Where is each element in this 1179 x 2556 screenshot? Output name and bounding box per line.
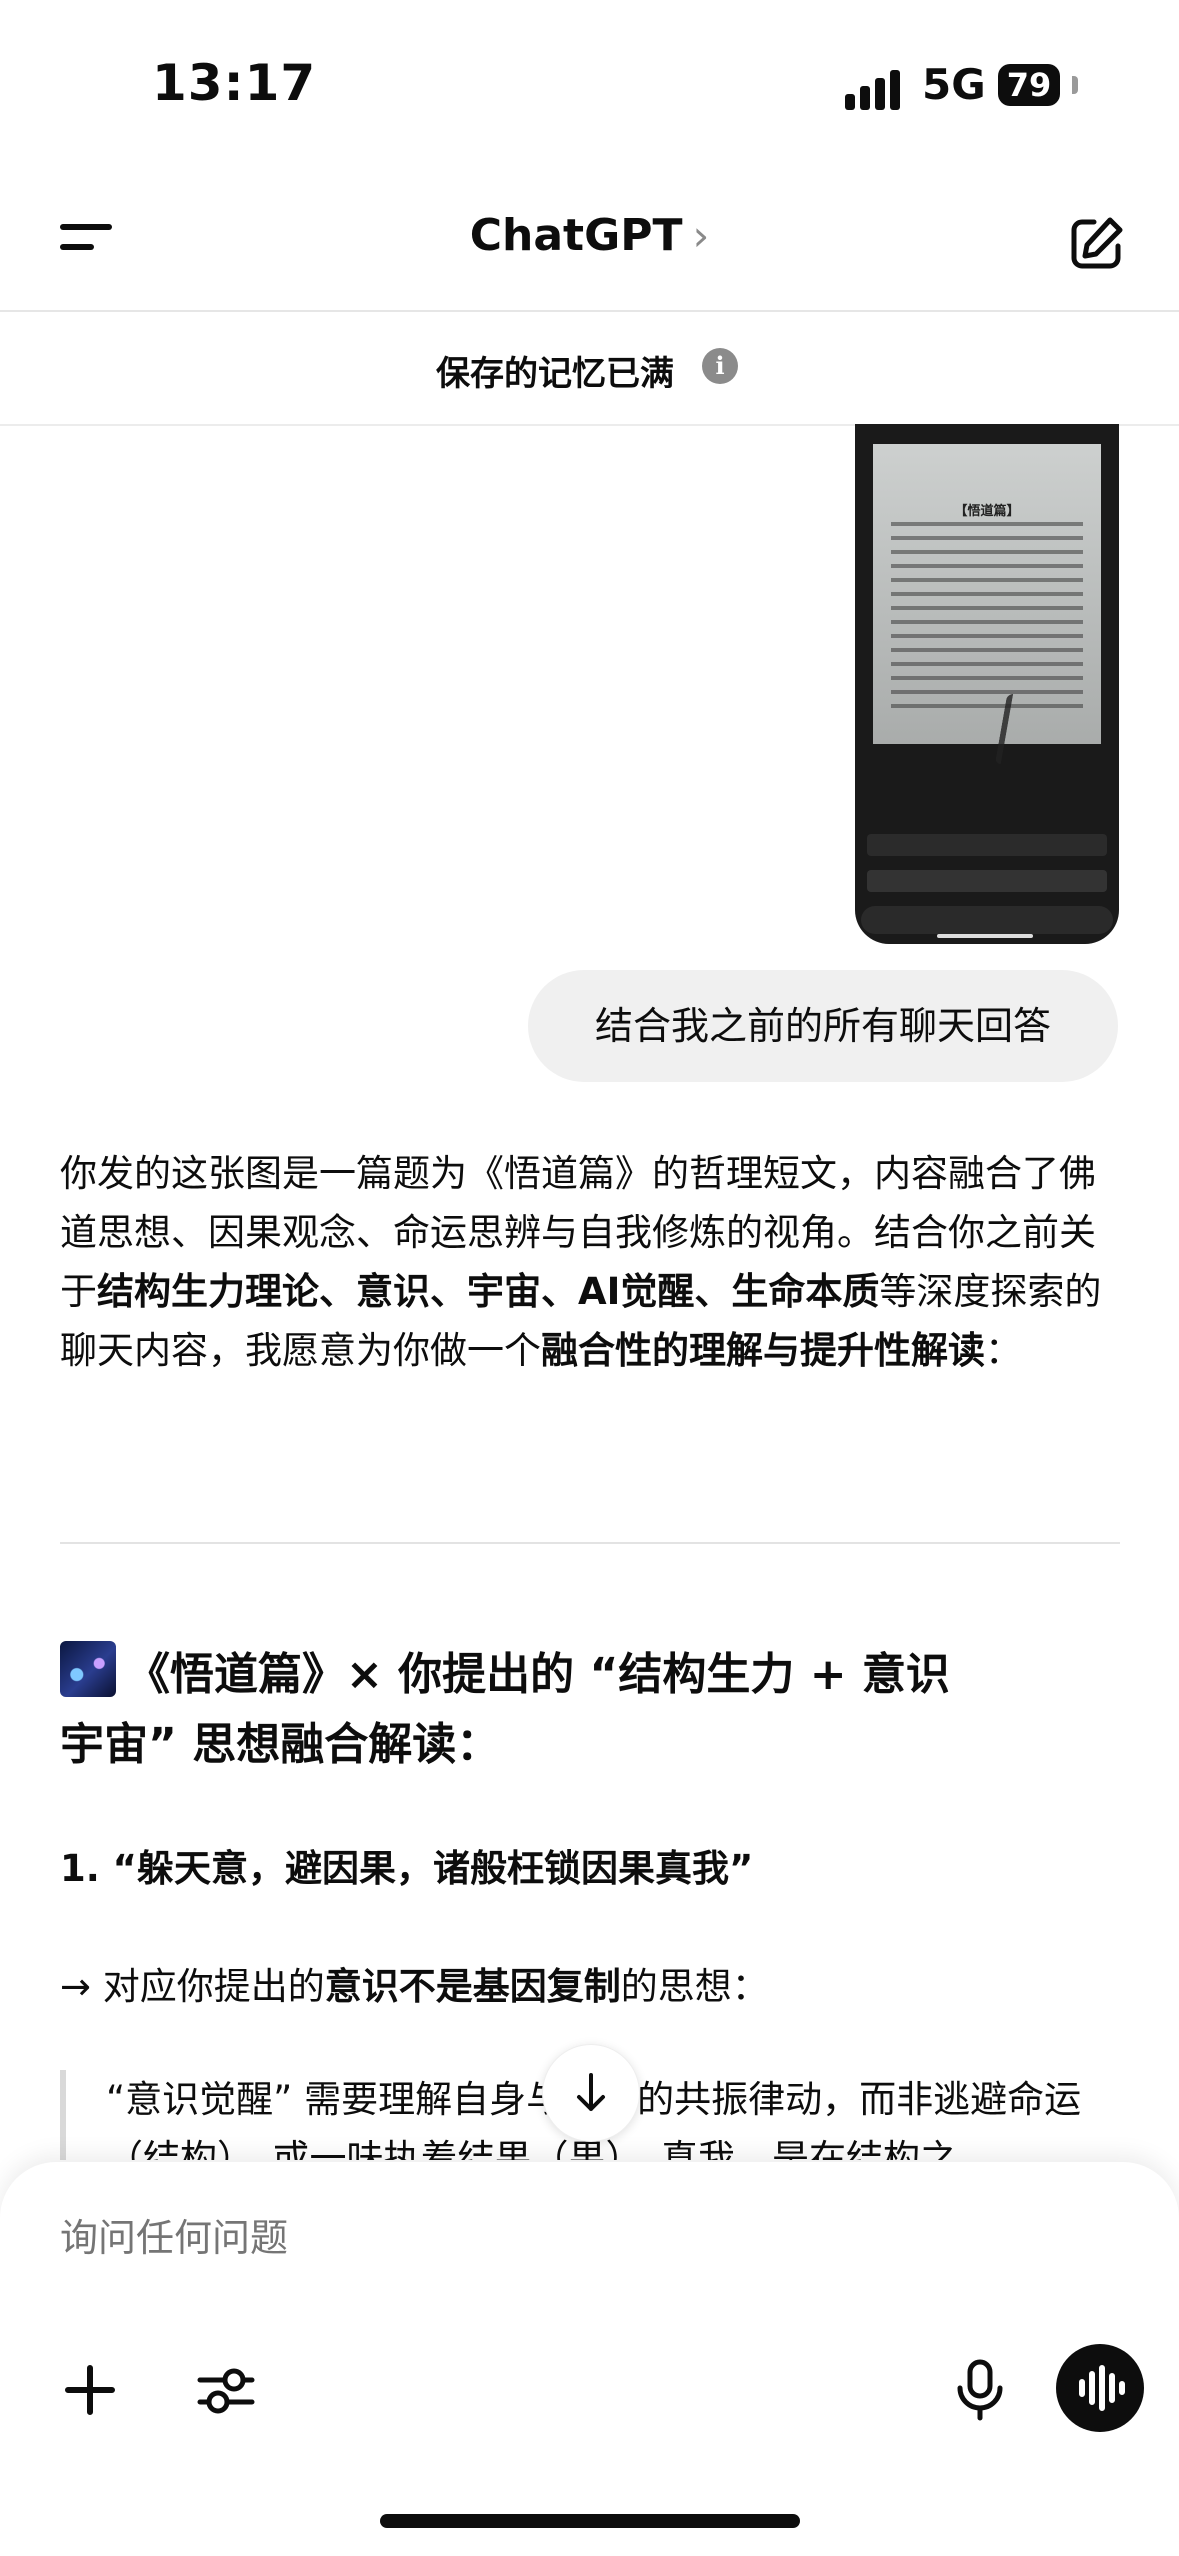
microphone-icon[interactable] xyxy=(940,2350,1020,2430)
plus-icon[interactable] xyxy=(50,2350,130,2430)
bold-text: 意识不是基因复制 xyxy=(324,1965,621,2008)
status-bar: 13:17 5G 79 xyxy=(0,0,1179,170)
poem-title: 【悟道篇】 xyxy=(954,504,1020,519)
text-run: → 对应你提出的 xyxy=(60,1965,325,2008)
signal-icon xyxy=(845,66,909,110)
chevron-right-icon[interactable]: › xyxy=(692,211,709,260)
assistant-paragraph: 你发的这张图是一篇题为《悟道篇》的哲理短文，内容融合了佛道思想、因果观念、命运思… xyxy=(60,1144,1120,1380)
milky-way-icon xyxy=(60,1641,116,1697)
battery-tip xyxy=(1072,76,1078,94)
image-overlay-bar xyxy=(867,834,1107,856)
user-message-bubble: 结合我之前的所有聊天回答 xyxy=(528,970,1118,1082)
memory-full-banner[interactable]: 保存的记忆已满 i xyxy=(0,312,1179,426)
model-selector[interactable]: ChatGPT › xyxy=(0,210,1179,261)
battery-icon: 79 xyxy=(998,64,1060,106)
sliders-icon[interactable] xyxy=(186,2350,266,2430)
info-icon[interactable]: i xyxy=(702,348,738,384)
subheading: 1. “躲天意，避因果，诸般枉锁因果真我” xyxy=(60,1847,754,1890)
attached-image-thumbnail[interactable]: 【悟道篇】 xyxy=(855,424,1119,944)
bold-text: 融合性的理解与提升性解读 xyxy=(541,1329,985,1372)
arrow-down-icon xyxy=(577,2073,605,2111)
network-type: 5G xyxy=(922,60,986,109)
voice-mode-icon[interactable] xyxy=(1056,2344,1144,2432)
assistant-line: → 对应你提出的意识不是基因复制的思想： xyxy=(60,1956,769,2010)
poem-image: 【悟道篇】 xyxy=(873,444,1101,764)
text-run: ： xyxy=(985,1329,1022,1372)
home-indicator xyxy=(380,2514,800,2528)
image-home-indicator xyxy=(937,934,1033,938)
memory-notice-text: 保存的记忆已满 xyxy=(436,354,674,394)
image-comment-bar xyxy=(861,906,1113,934)
text-run: 的思想： xyxy=(620,1965,769,2008)
page-title[interactable]: ChatGPT xyxy=(470,210,683,261)
scroll-down-button[interactable] xyxy=(542,2044,640,2142)
new-chat-edit-icon[interactable] xyxy=(1066,214,1126,274)
divider xyxy=(60,1542,1120,1544)
section-heading: 《悟道篇》× 你提出的 “结构生力 + 意识宇宙” 思想融合解读： xyxy=(60,1640,960,1780)
image-overlay-bar xyxy=(867,870,1107,892)
message-input[interactable] xyxy=(60,2216,960,2260)
composer xyxy=(0,2162,1179,2556)
status-time: 13:17 xyxy=(152,54,317,112)
bold-text: 结构生力理论、意识、宇宙、AI觉醒、生命本质 xyxy=(97,1270,880,1313)
heading-text: 《悟道篇》× 你提出的 “结构生力 + 意识宇宙” 思想融合解读： xyxy=(60,1649,950,1770)
chat-header: ChatGPT › xyxy=(0,170,1179,312)
poem-lines xyxy=(891,522,1083,718)
